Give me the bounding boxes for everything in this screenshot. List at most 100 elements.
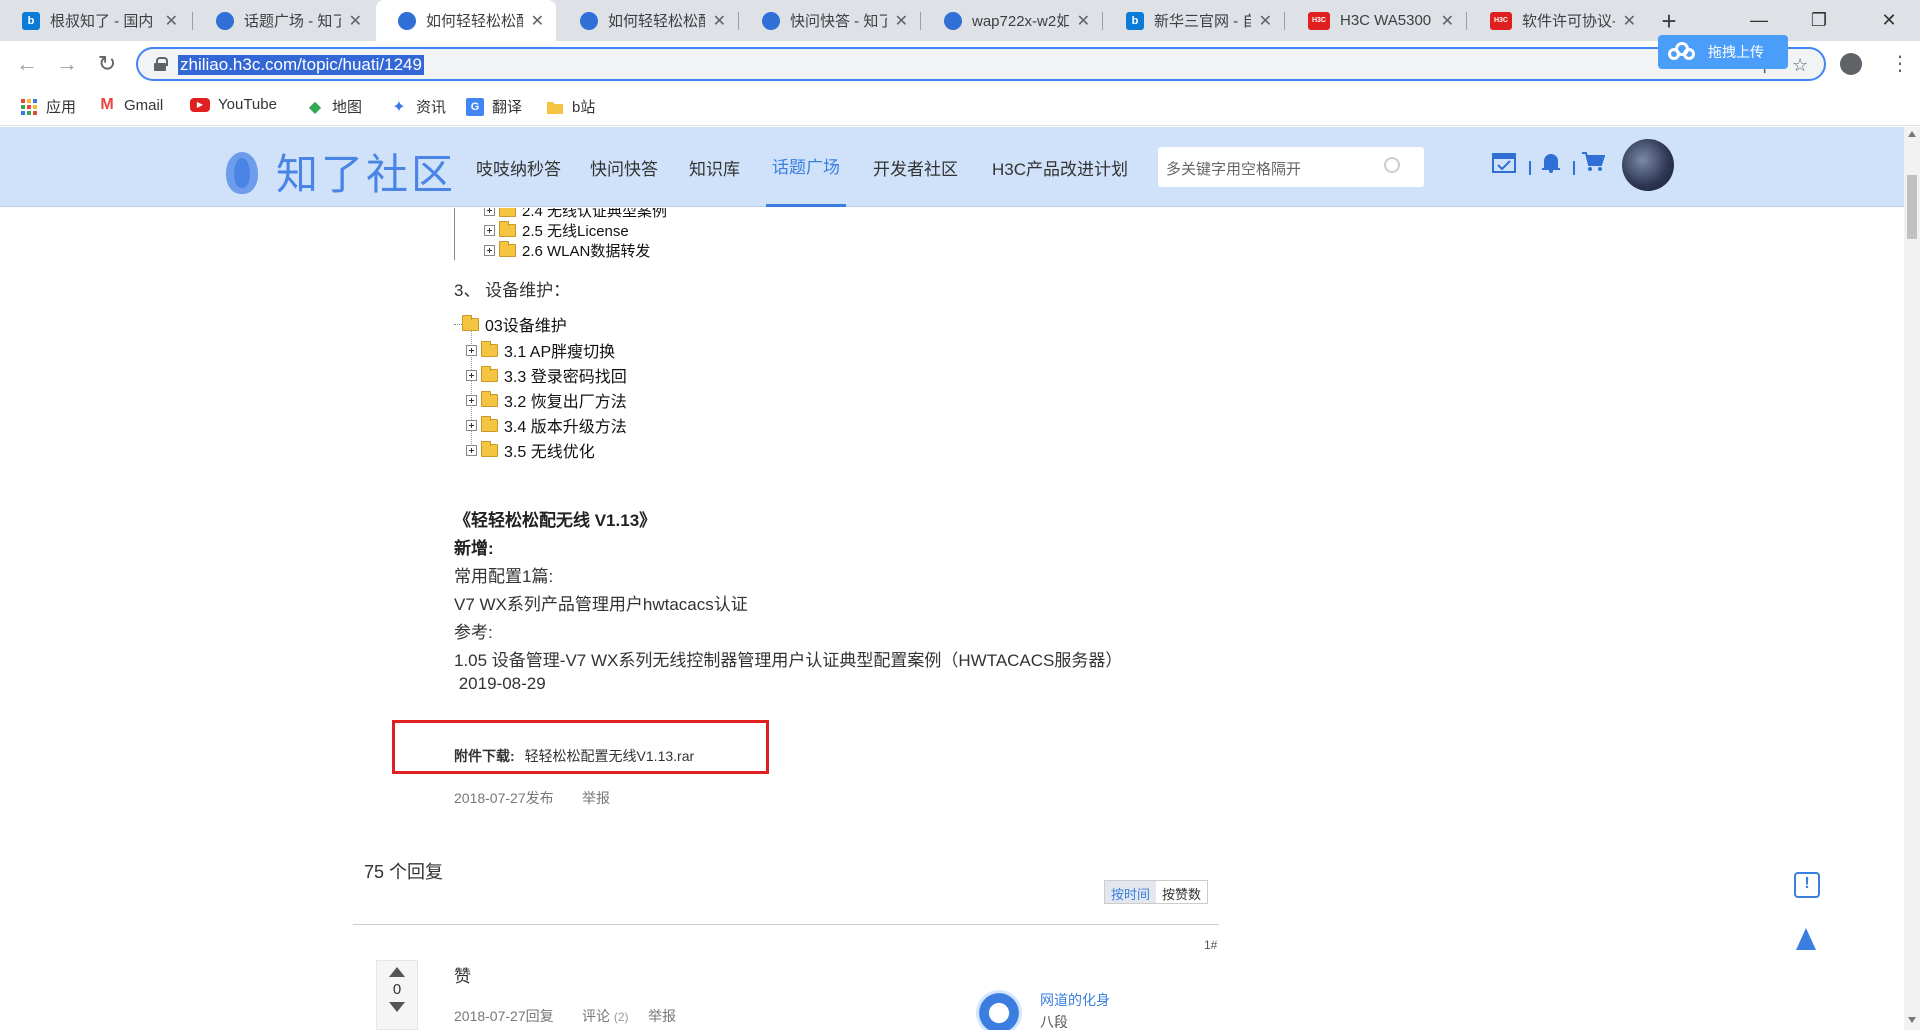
attachment-link[interactable]: 轻轻松松配置无线V1.13.rar (525, 748, 695, 764)
expand-plus-icon[interactable] (466, 344, 477, 356)
back-to-top-icon[interactable] (1796, 928, 1816, 950)
report-link[interactable]: 举报 (582, 788, 610, 808)
reply-user-name[interactable]: 网道的化身 (1040, 990, 1110, 1010)
downvote-arrow-icon[interactable] (389, 1002, 405, 1012)
address-bar[interactable]: zhiliao.h3c.com/topic/huati/1249 ⚲ ☆ (136, 47, 1826, 81)
folder-icon (499, 221, 516, 237)
forward-button[interactable]: → (52, 49, 82, 79)
browser-toolbar: ← → ↻ zhiliao.h3c.com/topic/huati/1249 ⚲… (0, 41, 1920, 87)
folder-icon (499, 241, 516, 257)
close-icon[interactable]: ✕ (1259, 11, 1272, 31)
nav-product-improvement[interactable]: H3C产品改进计划 (992, 127, 1128, 207)
bookmark-translate[interactable]: G 翻译 (466, 96, 522, 117)
browser-tab[interactable]: b 根叔知了 - 国内 ✕ (0, 0, 190, 41)
article-content: 2.4 无线认证典型案例 2.5 无线License 2.6 WLAN数据转发 … (0, 208, 1904, 1030)
scroll-up-arrow-icon[interactable] (1908, 131, 1916, 137)
folder-icon (481, 365, 498, 382)
nav-knowledge-base[interactable]: 知识库 (689, 127, 740, 207)
tree-item[interactable]: 3.2 恢复出厂方法 (466, 388, 627, 412)
folder-icon (546, 98, 564, 116)
browser-tab[interactable]: H3C 软件许可协议-S ✕ (1468, 0, 1648, 41)
site-search-input[interactable]: 多关键字用空格隔开 (1158, 147, 1424, 187)
browser-tab[interactable]: 快问快答 - 知了 ✕ (740, 0, 920, 41)
close-icon[interactable]: ✕ (1623, 11, 1636, 31)
body-line: 常用配置1篇: (454, 567, 554, 586)
sort-by-likes-button[interactable]: 按赞数 (1156, 881, 1207, 903)
tree-item[interactable]: 3.4 版本升级方法 (466, 413, 627, 437)
feedback-icon[interactable]: ! (1794, 872, 1820, 898)
upvote-arrow-icon[interactable] (389, 967, 405, 977)
maps-icon: ◆ (308, 98, 322, 116)
url-text[interactable]: zhiliao.h3c.com/topic/huati/1249 (178, 55, 424, 75)
scroll-thumb[interactable] (1907, 175, 1917, 239)
scroll-down-arrow-icon[interactable] (1908, 1017, 1916, 1023)
expand-plus-icon[interactable] (484, 208, 495, 216)
tree-item[interactable]: 3.1 AP胖瘦切换 (466, 338, 615, 362)
folder-icon (481, 440, 498, 457)
reply-report-link[interactable]: 举报 (648, 1006, 676, 1026)
new-tab-button[interactable]: + (1654, 6, 1684, 36)
tree-item[interactable]: 2.6 WLAN数据转发 (484, 240, 650, 261)
back-button[interactable]: ← (12, 49, 42, 79)
folder-icon (481, 415, 498, 432)
lock-icon (154, 57, 168, 71)
tree-connector (454, 208, 455, 260)
expand-plus-icon[interactable] (466, 444, 477, 456)
site-header: 知了社区 吱吱纳秒答 快问快答 知识库 话题广场 开发者社区 H3C产品改进计划… (0, 127, 1904, 207)
browser-tab[interactable]: 话题广场 - 知了 ✕ (194, 0, 374, 41)
drag-upload-button[interactable]: 拖拽上传 (1658, 35, 1788, 69)
bookmark-gmail[interactable]: M Gmail (98, 96, 163, 114)
window-close-button[interactable]: ✕ (1862, 0, 1916, 41)
close-icon[interactable]: ✕ (531, 11, 544, 31)
calendar-checkin-icon[interactable] (1491, 151, 1517, 177)
zhiliao-icon (762, 11, 780, 30)
reply-date: 2018-07-27回复 (454, 1008, 554, 1024)
bookmark-bilibili-folder[interactable]: b站 (546, 96, 595, 117)
restore-button[interactable]: ❐ (1792, 0, 1846, 41)
bookmark-news[interactable]: ✦ 资讯 (390, 96, 446, 117)
nav-zhizhi-answer[interactable]: 吱吱纳秒答 (476, 127, 561, 207)
browser-tab[interactable]: wap722x-w2如 ✕ (922, 0, 1102, 41)
bookmark-youtube[interactable]: ▶ YouTube (190, 96, 277, 113)
gmail-icon: M (100, 96, 114, 113)
close-icon[interactable]: ✕ (1077, 11, 1090, 31)
close-icon[interactable]: ✕ (349, 11, 362, 31)
expand-plus-icon[interactable] (466, 394, 477, 406)
browser-tab[interactable]: 如何轻轻松松配 ✕ (558, 0, 738, 41)
close-icon[interactable]: ✕ (1441, 11, 1454, 31)
tree-item[interactable]: 3.5 无线优化 (466, 438, 595, 462)
browser-menu-icon[interactable]: ⋮ (1890, 51, 1910, 77)
search-icon[interactable] (1384, 157, 1400, 173)
site-logo[interactable]: 知了社区 (222, 141, 456, 202)
user-avatar[interactable] (1622, 139, 1674, 191)
profile-avatar-icon[interactable] (1840, 53, 1862, 75)
nav-topic-square[interactable]: 话题广场 (766, 127, 846, 207)
tree-item[interactable]: 2.5 无线License (484, 220, 629, 241)
browser-tab[interactable]: H3C H3C WA5300 ✕ (1286, 0, 1466, 41)
bookmark-maps[interactable]: ◆ 地图 (306, 96, 362, 117)
bookmark-star-icon[interactable]: ☆ (1792, 55, 1808, 76)
page-scrollbar[interactable] (1904, 127, 1920, 1030)
expand-plus-icon[interactable] (466, 419, 477, 431)
user-level-badge[interactable] (976, 990, 1022, 1030)
browser-tab[interactable]: b 新华三官网 - 自 ✕ (1104, 0, 1284, 41)
close-icon[interactable]: ✕ (165, 11, 178, 31)
cart-icon[interactable] (1580, 151, 1606, 177)
expand-plus-icon[interactable] (466, 369, 477, 381)
close-icon[interactable]: ✕ (895, 11, 908, 31)
sort-by-time-button[interactable]: 按时间 (1105, 881, 1157, 903)
expand-plus-icon[interactable] (484, 245, 495, 256)
expand-plus-icon[interactable] (484, 225, 495, 236)
divider (353, 924, 1219, 925)
tree-item[interactable]: 3.3 登录密码找回 (466, 363, 627, 387)
bookmark-apps[interactable]: 应用 (20, 96, 76, 117)
nav-developer-community[interactable]: 开发者社区 (873, 127, 958, 207)
browser-tab-active[interactable]: 如何轻轻松松配 ✕ (376, 0, 556, 41)
youtube-icon: ▶ (190, 97, 210, 112)
nav-quick-qa[interactable]: 快问快答 (590, 127, 658, 207)
bookmarks-bar: 应用 M Gmail ▶ YouTube ◆ 地图 ✦ 资讯 G 翻译 b站 (0, 87, 1920, 126)
reload-button[interactable]: ↻ (92, 49, 122, 79)
comment-link[interactable]: 评论 (2) (582, 1006, 629, 1026)
close-icon[interactable]: ✕ (713, 11, 726, 31)
bell-icon[interactable] (1538, 151, 1564, 177)
